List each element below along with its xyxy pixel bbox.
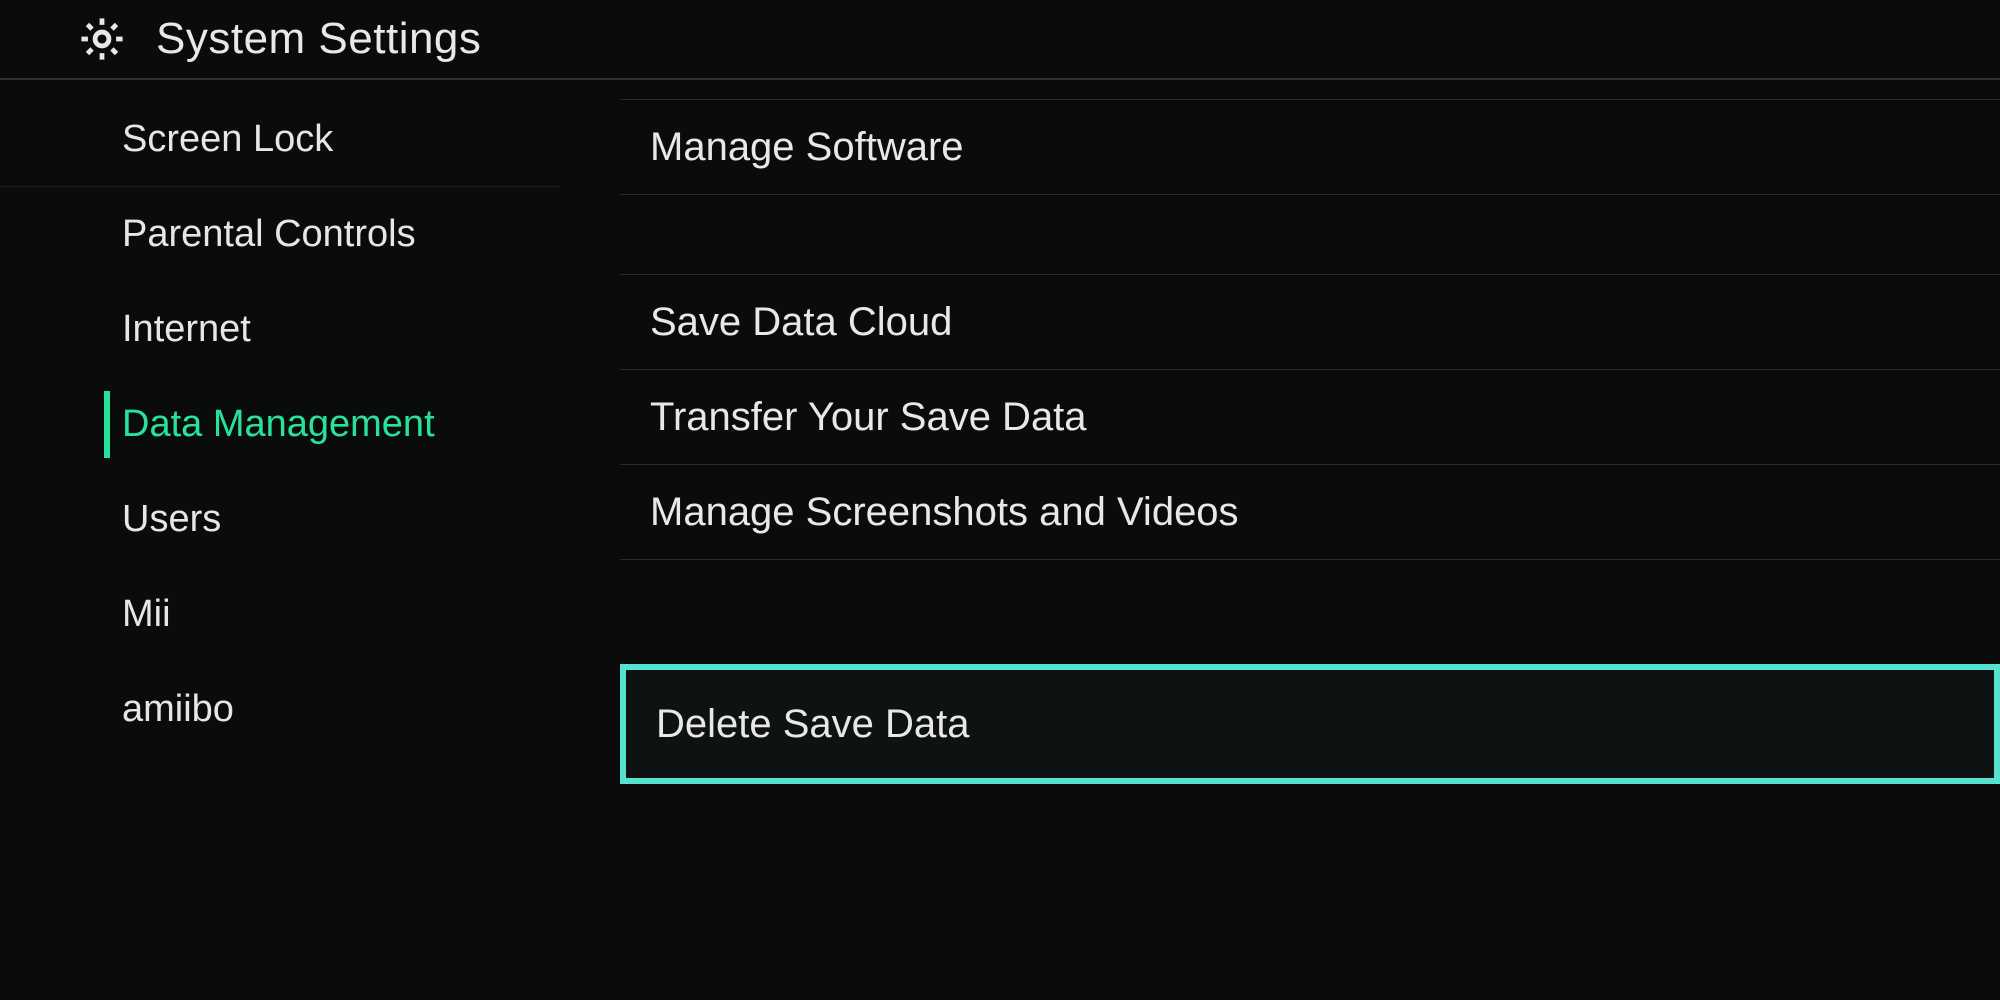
- sidebar-item-label: amiibo: [122, 688, 234, 731]
- content-item-label: Manage Screenshots and Videos: [650, 490, 1239, 535]
- sidebar-item-parental-controls[interactable]: Parental Controls: [0, 187, 560, 282]
- page-title: System Settings: [156, 14, 481, 64]
- content-item-label: Transfer Your Save Data: [650, 395, 1087, 440]
- sidebar-item-screen-lock[interactable]: Screen Lock: [0, 92, 560, 187]
- sidebar-item-amiibo[interactable]: amiibo: [0, 662, 560, 757]
- sidebar-item-mii[interactable]: Mii: [0, 567, 560, 662]
- content-item-delete-save-data[interactable]: Delete Save Data: [620, 664, 2000, 784]
- content-gap: [560, 560, 2000, 640]
- sidebar-item-label: Mii: [122, 593, 171, 636]
- sidebar-item-label: Users: [122, 498, 221, 541]
- content-gap: [560, 195, 2000, 275]
- header: System Settings: [0, 0, 2000, 80]
- content-item-label: Save Data Cloud: [650, 300, 952, 345]
- sidebar-item-label: Data Management: [122, 403, 435, 446]
- content-item-manage-software[interactable]: Manage Software: [620, 99, 2000, 195]
- sidebar-item-users[interactable]: Users: [0, 472, 560, 567]
- content-item-label: Manage Software: [650, 125, 964, 170]
- content-item-manage-screenshots-and-videos[interactable]: Manage Screenshots and Videos: [620, 464, 2000, 560]
- content-item-transfer-your-save-data[interactable]: Transfer Your Save Data: [620, 369, 2000, 465]
- content-item-save-data-cloud[interactable]: Save Data Cloud: [620, 274, 2000, 370]
- content: Manage Software Save Data Cloud Transfer Y…: [560, 80, 2000, 998]
- gear-icon: [76, 13, 128, 65]
- sidebar-item-data-management[interactable]: Data Management: [0, 377, 560, 472]
- sidebar-item-internet[interactable]: Internet: [0, 282, 560, 377]
- content-item-label: Delete Save Data: [656, 702, 970, 747]
- body: Screen Lock Parental Controls Internet Data…: [0, 80, 2000, 998]
- sidebar-item-label: Parental Controls: [122, 213, 416, 256]
- sidebar-item-label: Screen Lock: [122, 118, 333, 161]
- sidebar: Screen Lock Parental Controls Internet Data…: [0, 80, 560, 998]
- sidebar-item-label: Internet: [122, 308, 251, 351]
